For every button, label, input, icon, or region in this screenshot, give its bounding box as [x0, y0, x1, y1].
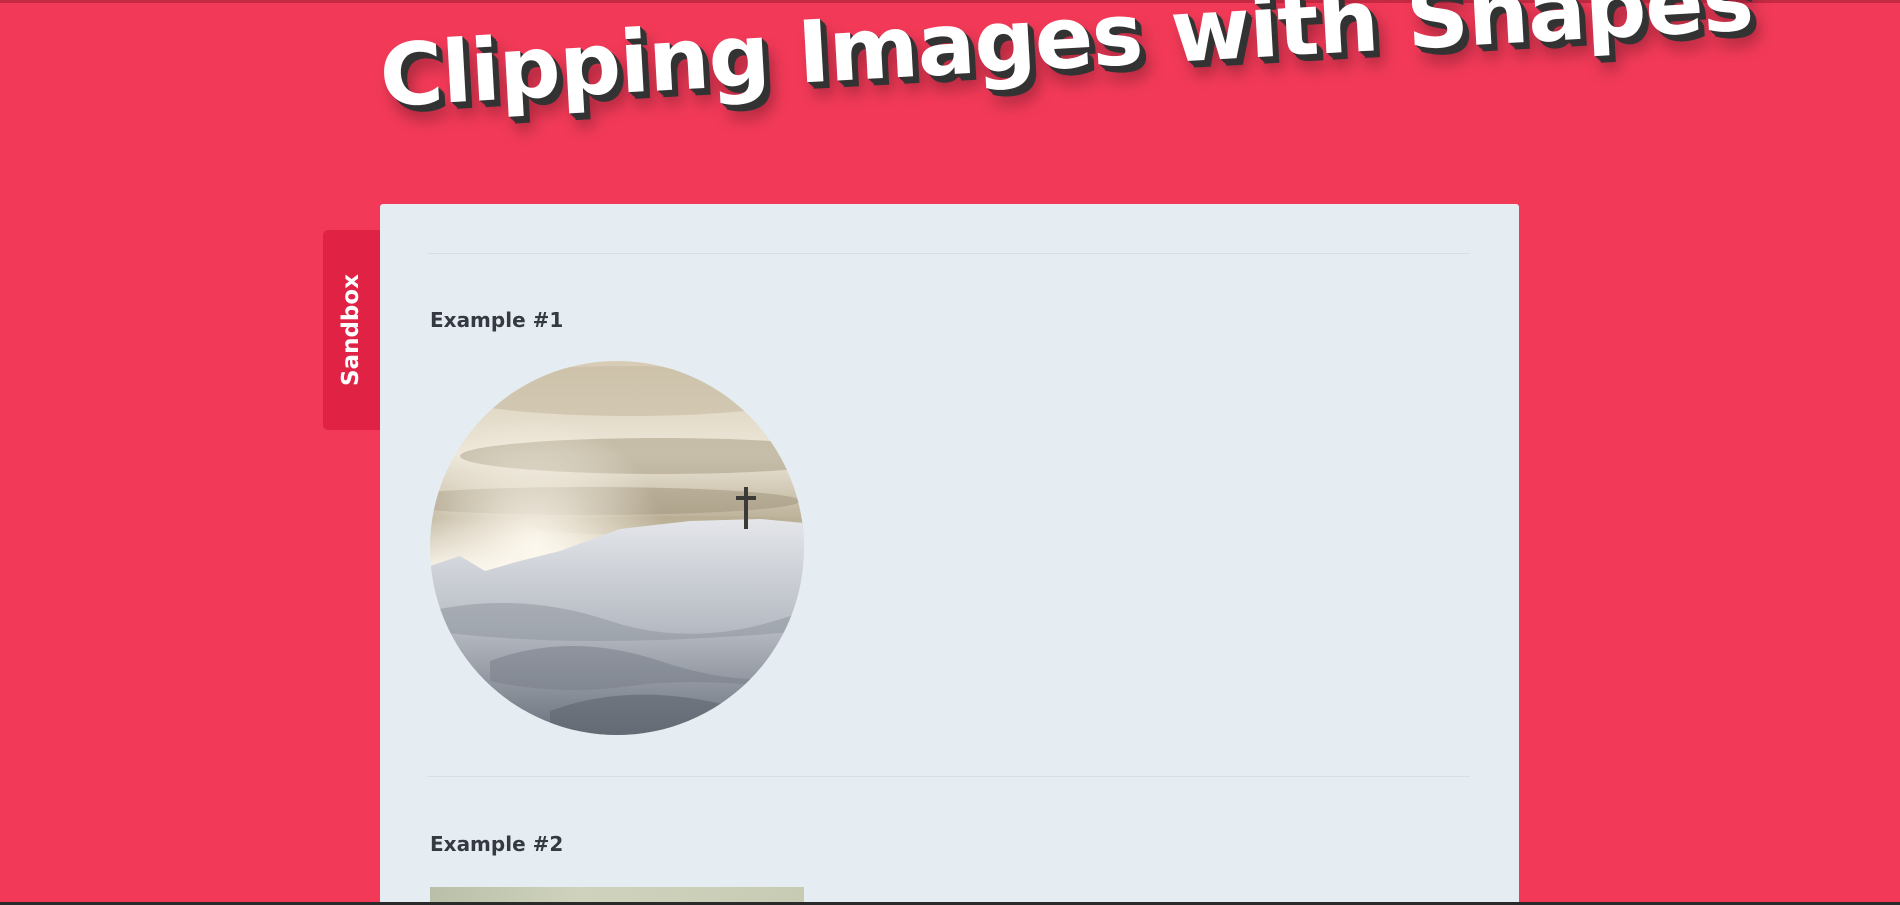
page-title: Clipping Images with Shapes	[377, 0, 1756, 127]
snowy-mountain-cross-image	[430, 361, 804, 735]
example-1-heading: Example #1	[430, 308, 564, 332]
example-1-image	[430, 361, 804, 735]
divider	[428, 253, 1470, 254]
content-panel: Example #1 Example #2	[380, 204, 1519, 905]
sandbox-tab[interactable]: Sandbox	[323, 230, 380, 430]
divider	[428, 776, 1470, 777]
sandbox-tab-label: Sandbox	[338, 273, 365, 387]
example-2-heading: Example #2	[430, 832, 564, 856]
